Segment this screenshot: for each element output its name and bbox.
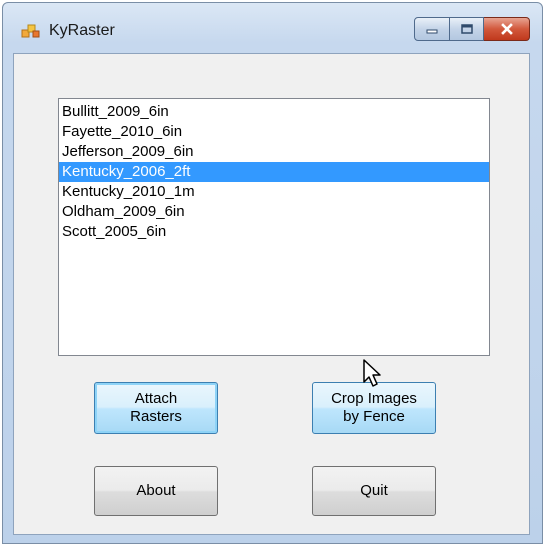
attach-rasters-button[interactable]: Attach Rasters bbox=[94, 382, 218, 434]
minimize-button[interactable] bbox=[414, 17, 450, 41]
crop-images-button[interactable]: Crop Images by Fence bbox=[312, 382, 436, 434]
app-icon bbox=[21, 24, 40, 38]
list-item-selected[interactable]: Kentucky_2006_2ft bbox=[59, 162, 489, 182]
close-button[interactable] bbox=[484, 17, 530, 41]
list-item[interactable]: Kentucky_2010_1m bbox=[59, 182, 489, 202]
quit-button[interactable]: Quit bbox=[312, 466, 436, 516]
mouse-pointer-icon bbox=[363, 359, 381, 387]
maximize-button[interactable] bbox=[450, 17, 484, 41]
window-title: KyRaster bbox=[49, 22, 115, 39]
maximize-icon bbox=[460, 24, 473, 34]
close-icon bbox=[500, 23, 513, 35]
app-window: KyRaster Bullitt_2009_6in Fayette_2010_6… bbox=[2, 2, 543, 544]
crop-images-label: Crop Images by Fence bbox=[331, 390, 417, 425]
raster-listbox[interactable]: Bullitt_2009_6in Fayette_2010_6in Jeffer… bbox=[58, 98, 490, 356]
list-item[interactable]: Scott_2005_6in bbox=[59, 222, 489, 242]
list-item[interactable]: Bullitt_2009_6in bbox=[59, 102, 489, 122]
list-item[interactable]: Jefferson_2009_6in bbox=[59, 142, 489, 162]
caption-buttons bbox=[414, 17, 530, 43]
client-area: Bullitt_2009_6in Fayette_2010_6in Jeffer… bbox=[13, 53, 530, 535]
about-label: About bbox=[136, 482, 176, 499]
attach-rasters-label: Attach Rasters bbox=[130, 390, 182, 425]
list-item[interactable]: Fayette_2010_6in bbox=[59, 122, 489, 142]
title-bar[interactable]: KyRaster bbox=[3, 3, 542, 47]
about-button[interactable]: About bbox=[94, 466, 218, 516]
list-item[interactable]: Oldham_2009_6in bbox=[59, 202, 489, 222]
quit-label: Quit bbox=[360, 482, 388, 499]
minimize-icon bbox=[426, 29, 438, 34]
